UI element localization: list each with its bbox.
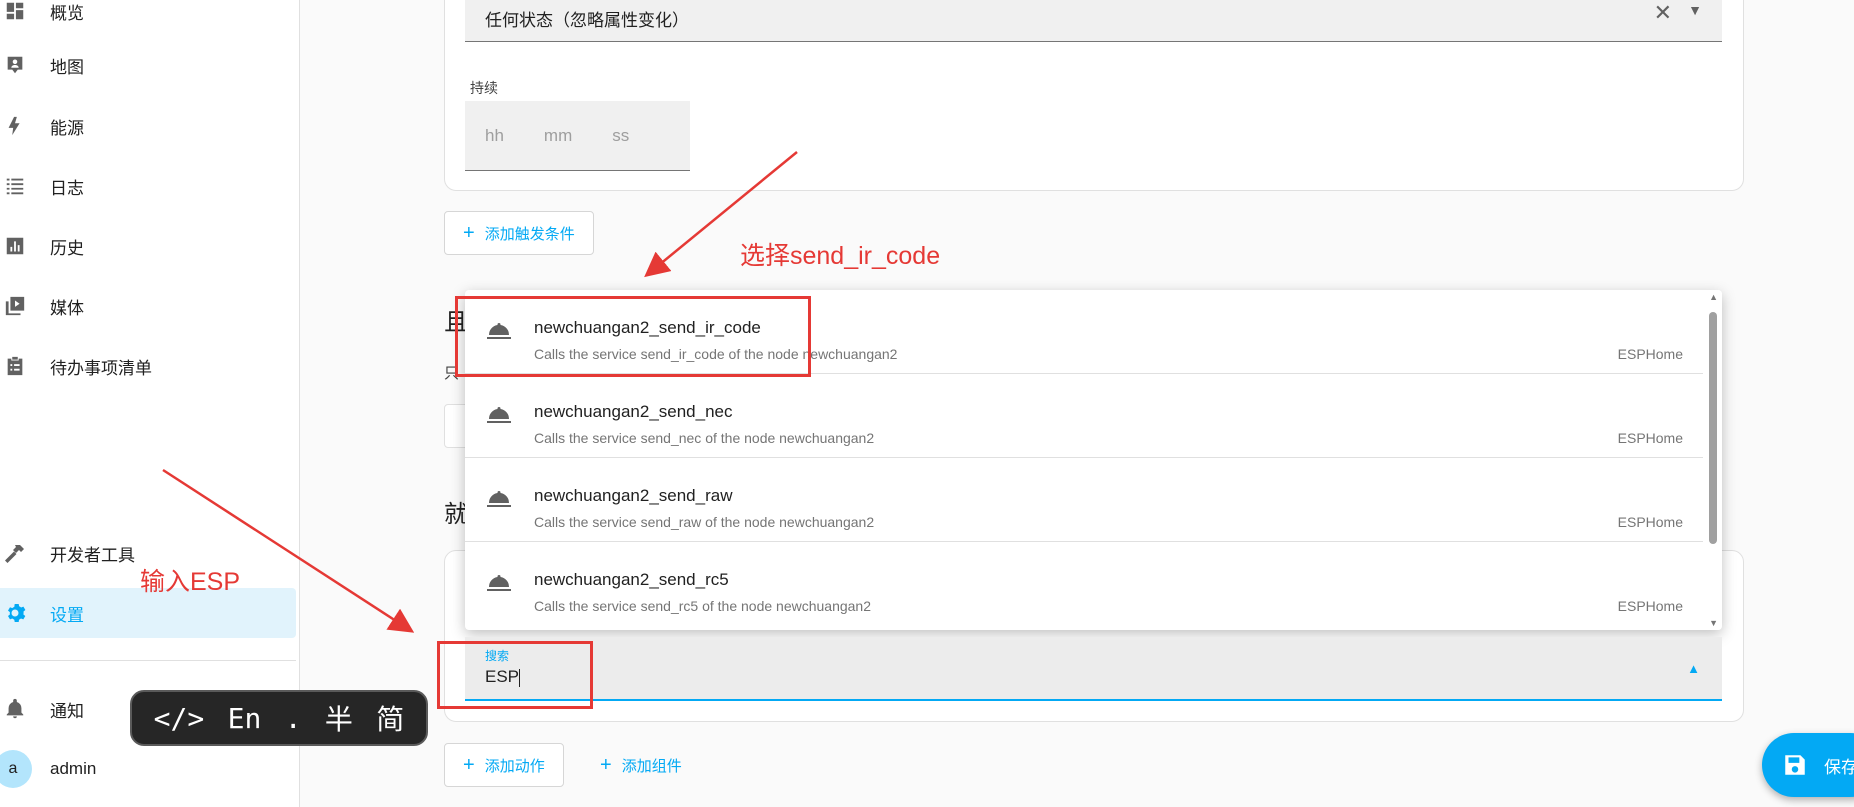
annotation-arrows [162,151,798,633]
ime-script-toggle[interactable]: 简 [376,698,404,738]
ime-toolbar: </> En . 半 简 [130,690,428,746]
save-button[interactable]: 保存 [1762,733,1854,797]
ime-width-toggle[interactable]: 半 [325,698,353,738]
ime-language-toggle[interactable]: En [228,702,262,735]
ime-punctuation-toggle[interactable]: . [285,702,302,735]
save-label: 保存 [1824,757,1854,777]
code-icon[interactable]: </> [154,702,205,735]
floppy-disk-icon [1785,755,1805,775]
